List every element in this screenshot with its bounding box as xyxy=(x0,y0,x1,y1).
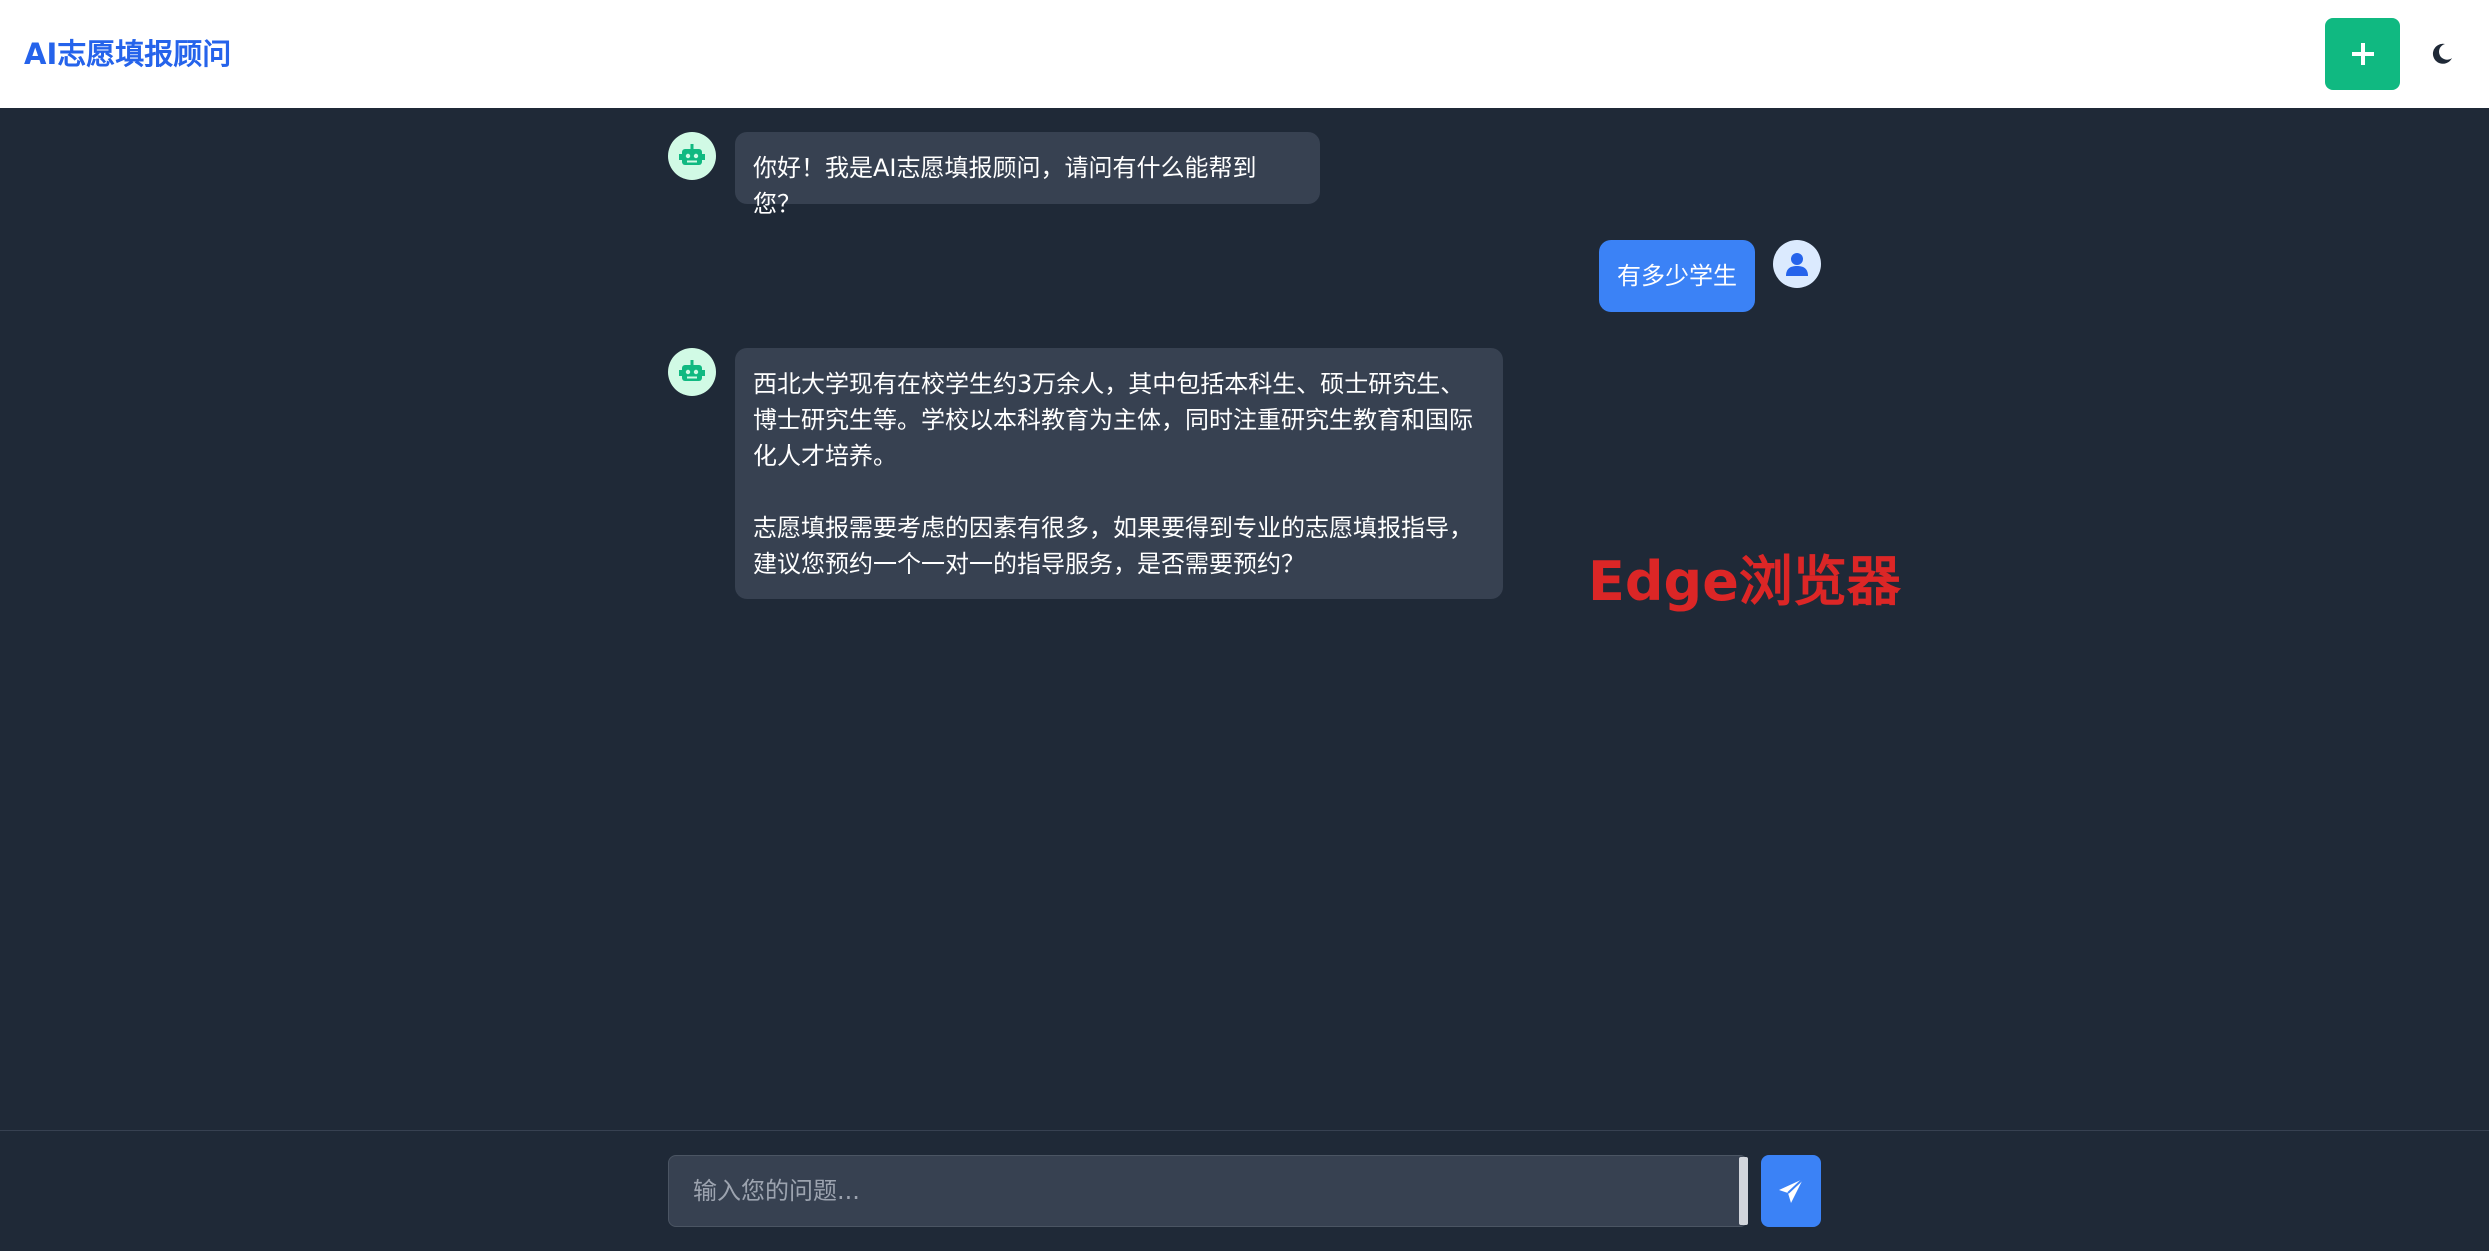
chat-area: 你好！我是AI志愿填报顾问，请问有什么能帮到您？ 有多少学生 西北大学现有在校学… xyxy=(0,108,2489,1130)
robot-icon xyxy=(679,144,705,165)
robot-icon xyxy=(679,360,705,381)
moon-icon xyxy=(2432,43,2452,64)
user-icon xyxy=(1786,253,1808,276)
browser-watermark: Edge浏览器 xyxy=(1588,550,1901,613)
message-text: 有多少学生 xyxy=(1617,262,1737,290)
app-title: AI志愿填报顾问 xyxy=(24,37,232,71)
bot-avatar xyxy=(668,348,716,396)
send-button[interactable] xyxy=(1761,1155,1821,1227)
bot-message: 西北大学现有在校学生约3万余人，其中包括本科生、硕士研究生、 博士研究生等。学校… xyxy=(735,348,1503,599)
bot-avatar xyxy=(668,132,716,180)
input-resize-handle[interactable] xyxy=(1739,1157,1748,1225)
paper-plane-icon xyxy=(1779,1178,1804,1203)
user-message: 有多少学生 xyxy=(1599,240,1755,312)
message-paragraph: 西北大学现有在校学生约3万余人，其中包括本科生、硕士研究生、 博士研究生等。学校… xyxy=(753,370,1473,470)
bot-message: 你好！我是AI志愿填报顾问，请问有什么能帮到您？ xyxy=(735,132,1320,218)
message-paragraph: 志愿填报需要考虑的因素有很多，如果要得到专业的志愿填报指导， 建议您预约一个一对… xyxy=(753,514,1473,578)
message-text: 你好！我是AI志愿填报顾问，请问有什么能帮到您？ xyxy=(753,154,1257,218)
new-chat-button[interactable] xyxy=(2325,18,2400,90)
user-avatar xyxy=(1773,240,1821,288)
plus-icon xyxy=(2351,43,2374,65)
top-bar: AI志愿填报顾问 xyxy=(0,0,2489,108)
theme-toggle-button[interactable] xyxy=(2424,36,2460,72)
question-input[interactable] xyxy=(668,1155,1748,1227)
